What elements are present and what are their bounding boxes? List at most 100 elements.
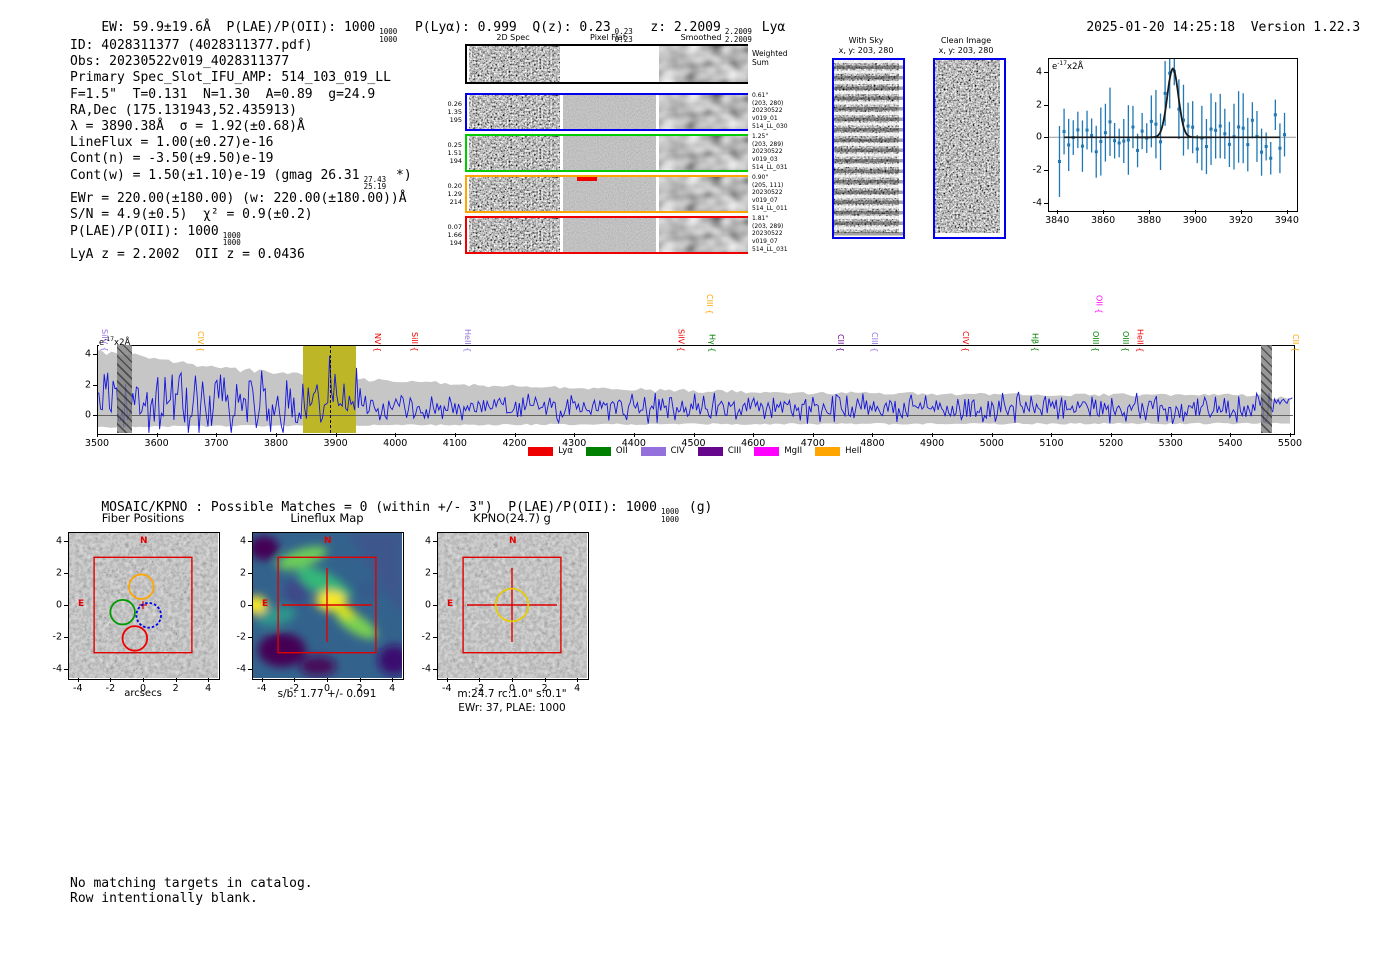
y-tick-label: -2 [1032, 164, 1042, 176]
x-tick-label: 5400 [1218, 438, 1243, 449]
y-tick [433, 668, 437, 670]
legend-label: CIII [727, 446, 742, 456]
east-label: E [447, 599, 454, 609]
y-tick [64, 668, 68, 670]
x-tick-label: 5200 [1098, 438, 1124, 449]
x-tick [1286, 210, 1288, 214]
info-seeing: F=1.5" T=0.131 N=1.30 A=0.89 g=24.9 [70, 86, 376, 102]
x-tick-label: 5000 [979, 438, 1004, 449]
x-tick [77, 678, 79, 682]
report-canvas: EW: 59.9±19.6Å P(LAE)/P(OII): 1000 1000 10… [0, 0, 1400, 953]
y-tick-label: 4 [424, 535, 431, 547]
fiber3-2dspec-image [469, 177, 560, 211]
emission-line-label-siiv: SiIV { [676, 329, 686, 352]
legend-label: HeII [845, 446, 862, 456]
y-tick [248, 541, 252, 543]
x-tick-label: 5100 [1039, 438, 1064, 449]
montage-left-labels: 0.26 1.35 195 [447, 100, 462, 124]
weighted-pixelflat-image [563, 46, 656, 82]
north-label: N [509, 536, 517, 546]
y-tick-label: 0 [55, 599, 62, 611]
emission-line-label-cii: CII { [1290, 334, 1300, 352]
x-tick [392, 678, 394, 682]
emission-line-label-ciii: CIII { [705, 293, 715, 314]
x-tick [261, 678, 263, 682]
x-tick [395, 433, 397, 437]
montage-left-labels: 0.07 1.66 194 [447, 223, 462, 247]
x-tick-label: 2 [541, 683, 548, 694]
x-tick [991, 433, 993, 437]
x-tick [275, 433, 277, 437]
montage-right-labels: 1.25" (203, 289) 20230522 v019_03 514_LL… [752, 133, 788, 171]
x-tick [97, 433, 98, 437]
kpno-image [437, 532, 587, 678]
x-tick-label: 4300 [562, 438, 587, 449]
emission-line-label-cii: CII { [835, 334, 845, 352]
x-tick-label: -2 [289, 683, 300, 694]
footer-note: No matching targets in catalog. Row inte… [70, 876, 313, 906]
y-tick [1044, 71, 1048, 73]
footer-line1: No matching targets in catalog. [70, 876, 313, 891]
x-tick-label: 3920 [1228, 215, 1253, 226]
x-tick-label: 0 [508, 683, 516, 694]
header-timestamp: 2025-01-20 14:25:18 Version 1.22.3 [1086, 20, 1361, 35]
y-tick-label: 2 [239, 567, 246, 579]
info-radec: RA,Dec (175.131943,52.435913) [70, 102, 297, 118]
legend-item-civ: CIV [640, 446, 685, 456]
y-tick [64, 573, 68, 575]
fiber1-smoothed-image [659, 95, 748, 129]
x-tick-label: 3940 [1274, 215, 1299, 226]
fiber1-2dspec-image [469, 95, 560, 129]
y-tick-label: 4 [84, 348, 91, 360]
y-tick [64, 541, 68, 543]
kpno-xlabel2: EWr: 37, PLAE: 1000 [458, 702, 566, 714]
x-tick [294, 678, 296, 682]
emission-line-label-siii: SiII { [409, 332, 419, 352]
y-tick-label: 4 [55, 535, 62, 547]
with-sky-coords: x, y: 203, 280 [838, 46, 894, 55]
x-tick-label: 3900 [323, 438, 348, 449]
x-tick [1149, 210, 1151, 214]
info-spec: Primary Spec_Slot_IFU_AMP: 514_103_019_L… [70, 70, 391, 86]
info-wave: λ = 3890.38Å σ = 1.92(±0.68)Å [70, 119, 305, 135]
x-tick [512, 678, 513, 682]
masked-region [1261, 345, 1273, 433]
info-plae: P(LAE)/P(OII): 1000 1000 1000 [70, 223, 241, 248]
info-z: LyA z = 2.2002 OII z = 0.0436 [70, 247, 305, 263]
x-tick [872, 433, 874, 437]
x-tick-label: -4 [257, 683, 267, 694]
x-tick-label: 5500 [1277, 438, 1303, 449]
montage-right-labels: 1.81" (203, 289) 20230522 v019_07 514_LL… [752, 215, 788, 253]
legend-swatch [585, 446, 611, 456]
emission-line-label-oiii: OIII { [1091, 330, 1101, 352]
with-sky-image [832, 58, 905, 239]
y-tick-label: -4 [1032, 197, 1042, 209]
x-tick-label: 4 [574, 683, 581, 694]
y-tick-label: 4 [1035, 66, 1042, 78]
fiber2-smoothed-image [659, 136, 748, 170]
fiber2-pixelflat-image [563, 136, 656, 170]
x-tick-label: 3800 [263, 438, 289, 449]
footer-line2: Row intentionally blank. [70, 891, 258, 906]
emission-line-label-heii: HeII { [1135, 328, 1145, 352]
y-tick [433, 605, 437, 606]
x-tick-label: 3880 [1136, 215, 1162, 226]
y-tick [433, 573, 437, 575]
x-tick [335, 433, 337, 437]
x-tick-label: 0 [323, 683, 331, 694]
y-tick [248, 573, 252, 575]
info-ewr: EWr = 220.00(±180.00) (w: 220.00(±180.00… [70, 191, 407, 207]
x-tick-label: 4900 [920, 438, 945, 449]
y-tick [93, 415, 97, 417]
clean-image [933, 58, 1006, 239]
x-tick [208, 678, 210, 682]
emission-line-label-civ: CIV { [195, 330, 205, 352]
x-tick-label: -2 [474, 683, 485, 694]
y-tick-label: 2 [84, 379, 91, 391]
x-tick [577, 678, 579, 682]
x-tick-label: 2 [172, 683, 179, 694]
x-tick [454, 433, 456, 437]
x-tick-label: -4 [73, 683, 83, 694]
plae-value: P(LAE)/P(OII): 1000 [226, 20, 376, 35]
bad-pixel-marker [577, 177, 597, 181]
